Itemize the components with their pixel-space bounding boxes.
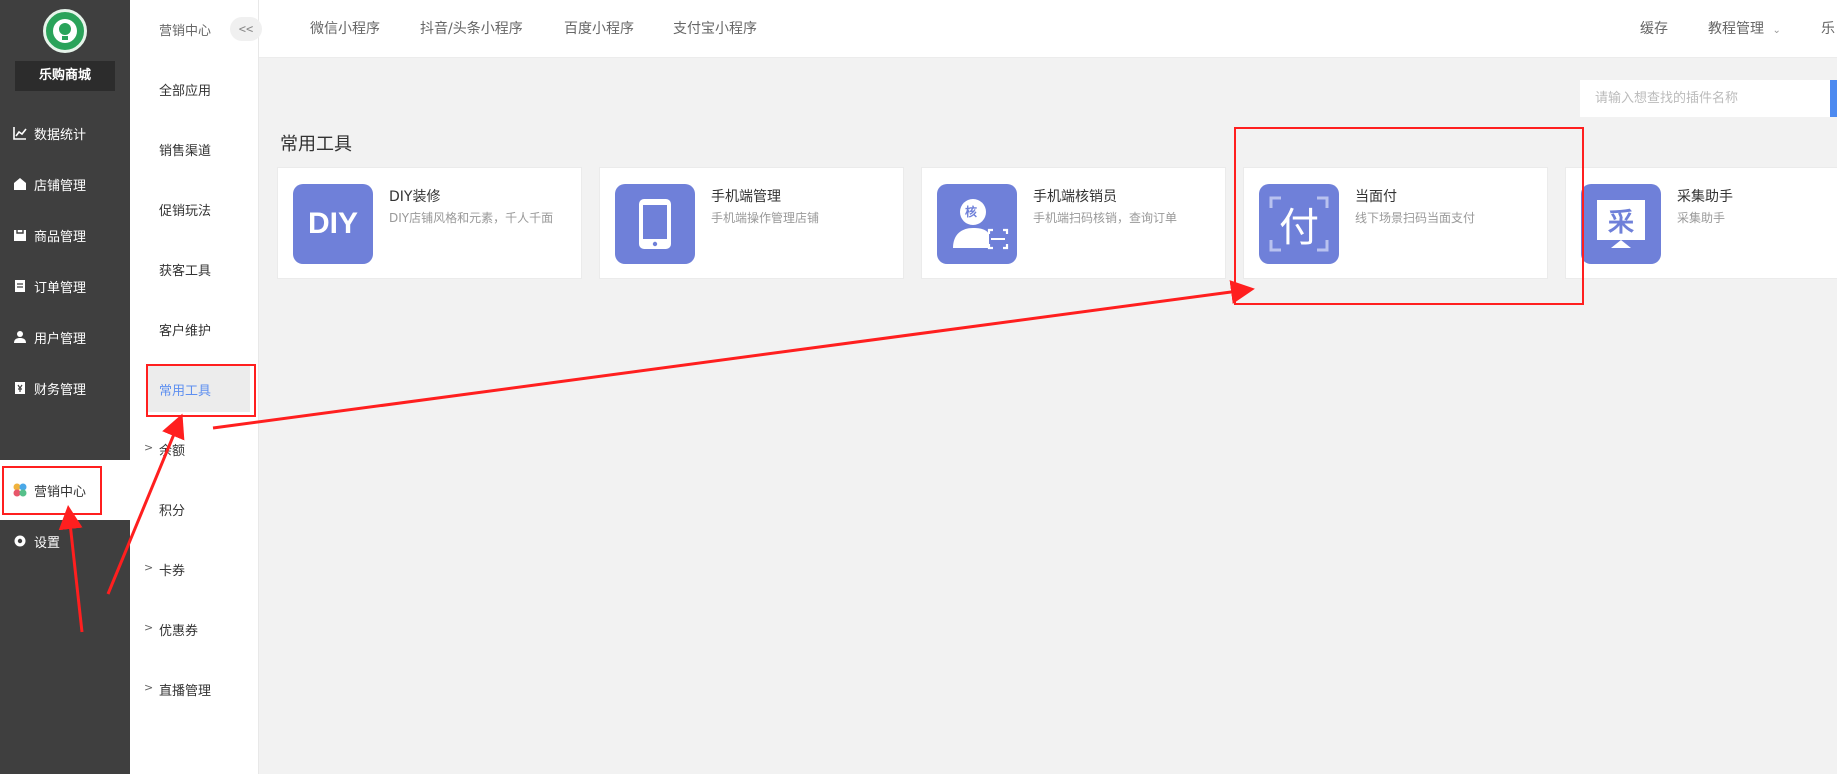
card-title: 手机端核销员 [1033, 189, 1117, 205]
chevron-down-icon: ⌄ [1772, 25, 1781, 36]
tool-card-face-pay[interactable]: 付 当面付 线下场景扫码当面支付 [1243, 167, 1548, 279]
nav-settings[interactable]: 设置 [0, 511, 130, 571]
subnav-promotions[interactable]: 促销玩法 [130, 186, 259, 232]
chevron-right-icon: > [144, 681, 154, 694]
annotation-arrows [58, 280, 1255, 633]
collect-icon: 采 [1581, 184, 1661, 264]
pay-icon-text: 付 [1279, 205, 1319, 251]
subnav-label: 卡券 [159, 563, 186, 579]
search-button[interactable] [1830, 80, 1837, 117]
nav-label: 设置 [34, 535, 61, 551]
sub-sidebar: 营销中心 全部应用 销售渠道 促销玩法 获客工具 客户维护 常用工具 > 余额 积… [130, 0, 259, 774]
subnav-all-apps[interactable]: 全部应用 [130, 66, 259, 112]
finance-icon [12, 380, 28, 396]
nav-label: 用户管理 [34, 331, 87, 347]
subnav-customer-care[interactable]: 客户维护 [130, 306, 259, 352]
goods-icon [12, 227, 28, 243]
card-title: 手机端管理 [711, 189, 781, 205]
card-description: 线下场景扫码当面支付 [1355, 211, 1476, 225]
subnav-label: 余额 [159, 443, 186, 459]
pay-icon: 付 [1259, 184, 1339, 264]
verify-user-icon: 核 [937, 184, 1017, 264]
subnav-points[interactable]: 积分 [130, 486, 259, 532]
tab-alipay-miniprogram[interactable]: 支付宝小程序 [673, 0, 757, 58]
subnav-label: 客户维护 [159, 323, 212, 339]
subnav-acquisition-tools[interactable]: 获客工具 [130, 246, 259, 292]
tutorial-menu[interactable]: 教程管理 ⌄ [1708, 0, 1781, 58]
card-title: DIY装修 [389, 189, 441, 205]
section-title: 常用工具 [280, 134, 352, 155]
top-bar: 微信小程序 抖音/头条小程序 百度小程序 支付宝小程序 缓存 教程管理 ⌄ 乐 [259, 0, 1837, 58]
marketing-icon [12, 482, 28, 498]
tab-wechat-miniprogram[interactable]: 微信小程序 [310, 0, 380, 58]
tool-card-collector[interactable]: 采 采集助手 采集助手 [1565, 167, 1837, 279]
card-description: 采集助手 [1677, 211, 1726, 225]
arrow-to-face-pay [212, 280, 1255, 430]
diy-icon-text: DIY [307, 207, 358, 240]
tab-douyin-miniprogram[interactable]: 抖音/头条小程序 [420, 0, 523, 58]
user-menu[interactable]: 乐 [1821, 0, 1835, 58]
subnav-live[interactable]: > 直播管理 [130, 666, 259, 712]
subnav-label: 全部应用 [159, 83, 212, 99]
subnav-label: 促销玩法 [159, 203, 212, 219]
gear-icon [12, 533, 28, 549]
nav-label: 商品管理 [34, 229, 87, 245]
subnav-coupons[interactable]: > 优惠券 [130, 606, 259, 652]
nav-label: 订单管理 [34, 280, 87, 296]
tool-card-verifier[interactable]: 核 手机端核销员 手机端扫码核销，查询订单 [921, 167, 1226, 279]
subnav-label: 获客工具 [159, 263, 212, 279]
nav-label: 店铺管理 [34, 178, 87, 194]
plugin-search-input[interactable] [1580, 80, 1830, 117]
subnav-label: 常用工具 [159, 383, 212, 399]
cache-button[interactable]: 缓存 [1640, 0, 1668, 58]
subnav-label: 优惠券 [159, 623, 199, 639]
collapse-sidebar-button[interactable]: << [230, 17, 262, 41]
chevron-right-icon: > [144, 621, 154, 634]
collect-icon-text: 采 [1607, 207, 1634, 238]
main-sidebar: 乐购商城 数据统计 店铺管理 商品管理 订单管理 用户管理 财务管理 营销中心 [0, 0, 130, 774]
subnav-common-tools[interactable]: 常用工具 [146, 366, 250, 412]
chart-line-icon [12, 125, 28, 141]
card-title: 当面付 [1355, 189, 1397, 205]
subnav-label: 销售渠道 [159, 143, 212, 159]
tutorial-label: 教程管理 [1708, 21, 1764, 37]
chevron-right-icon: > [144, 441, 154, 454]
chevron-right-icon: > [144, 561, 154, 574]
tool-card-mobile-admin[interactable]: 手机端管理 手机端操作管理店铺 [599, 167, 904, 279]
card-description: 手机端扫码核销，查询订单 [1033, 211, 1178, 225]
shop-name: 乐购商城 [15, 61, 115, 91]
verify-icon-text: 核 [965, 205, 978, 219]
user-icon [12, 329, 28, 345]
subnav-cards[interactable]: > 卡券 [130, 546, 259, 592]
subnav-sales-channels[interactable]: 销售渠道 [130, 126, 259, 172]
subnav-label: 直播管理 [159, 683, 212, 699]
nav-label: 数据统计 [34, 127, 87, 143]
diy-icon: DIY [293, 184, 373, 264]
card-description: DIY店铺风格和元素，千人千面 [389, 211, 554, 225]
app-window: 乐购商城 数据统计 店铺管理 商品管理 订单管理 用户管理 财务管理 营销中心 [0, 0, 1837, 774]
subnav-balance[interactable]: > 余额 [130, 426, 259, 472]
logo [43, 9, 87, 53]
order-icon [12, 278, 28, 294]
card-title: 采集助手 [1677, 189, 1733, 205]
nav-label: 财务管理 [34, 382, 87, 398]
subnav-label: 积分 [159, 503, 186, 519]
card-description: 手机端操作管理店铺 [711, 211, 820, 225]
store-icon [12, 176, 28, 192]
nav-label: 营销中心 [34, 484, 87, 500]
nav-finance[interactable]: 财务管理 [0, 358, 130, 418]
phone-icon [615, 184, 695, 264]
tool-card-diy[interactable]: DIY DIY装修 DIY店铺风格和元素，千人千面 [277, 167, 582, 279]
tab-baidu-miniprogram[interactable]: 百度小程序 [564, 0, 634, 58]
